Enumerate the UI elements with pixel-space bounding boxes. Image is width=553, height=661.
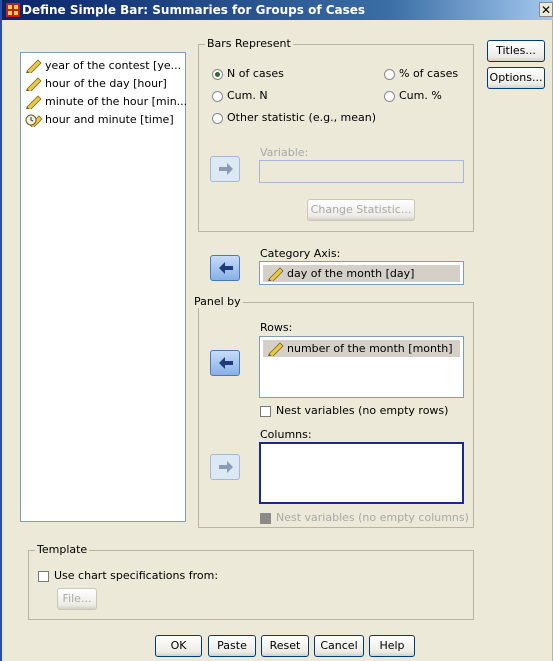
- radio-label: % of cases: [399, 67, 459, 80]
- checkbox-label: Nest variables (no empty rows): [276, 404, 449, 417]
- rows-value: number of the month [month]: [287, 342, 453, 355]
- help-button[interactable]: Help: [369, 635, 415, 657]
- rows-field[interactable]: number of the month [month]: [259, 336, 464, 398]
- columns-label: Columns:: [260, 428, 312, 441]
- category-axis-variable: day of the month [day]: [263, 265, 460, 283]
- dialog-title: Define Simple Bar: Summaries for Groups …: [22, 3, 366, 17]
- move-to-columns-button[interactable]: [210, 454, 240, 480]
- columns-field[interactable]: [259, 442, 464, 504]
- move-to-category-axis-button[interactable]: [210, 255, 240, 281]
- variable-field-label: Variable:: [260, 146, 309, 159]
- ok-button[interactable]: OK: [155, 635, 202, 657]
- nest-rows-checkbox[interactable]: Nest variables (no empty rows): [260, 404, 448, 418]
- file-button[interactable]: File...: [57, 588, 97, 610]
- arrow-icon: [219, 357, 233, 369]
- ruler-pencil-icon: [25, 59, 43, 75]
- move-to-variable-button[interactable]: [210, 156, 240, 182]
- list-item[interactable]: hour of the day [hour]: [25, 75, 167, 93]
- rows-label: Rows:: [260, 321, 293, 334]
- titles-button[interactable]: Titles...: [487, 40, 545, 62]
- use-chart-spec-checkbox[interactable]: Use chart specifications from:: [38, 569, 218, 583]
- panel-by-label: Panel by: [192, 295, 243, 308]
- radio-icon: [384, 90, 395, 102]
- radio-label: Other statistic (e.g., mean): [227, 111, 377, 124]
- radio-selected-icon: [212, 68, 223, 80]
- change-statistic-button[interactable]: Change Statistic...: [307, 199, 415, 221]
- radio-pct-of-cases[interactable]: % of cases: [384, 66, 458, 82]
- close-icon[interactable]: ✕: [539, 2, 553, 17]
- ruler-pencil-icon: [267, 267, 285, 283]
- arrow-icon: [219, 262, 233, 274]
- category-axis-field[interactable]: day of the month [day]: [259, 261, 464, 285]
- radio-icon: [384, 68, 395, 80]
- list-item[interactable]: year of the contest [ye...: [25, 57, 182, 75]
- move-to-rows-button[interactable]: [210, 350, 240, 376]
- clock-ruler-icon: [25, 113, 43, 129]
- list-item[interactable]: minute of the hour [min...: [25, 93, 188, 111]
- ruler-pencil-icon: [267, 342, 285, 358]
- paste-button[interactable]: Paste: [208, 635, 256, 657]
- checkbox-icon: [260, 405, 271, 417]
- arrow-icon: [219, 163, 233, 175]
- radio-label: N of cases: [227, 67, 284, 80]
- bars-represent-label: Bars Represent: [205, 37, 293, 50]
- ruler-pencil-icon: [25, 95, 43, 111]
- spss-app-icon: [6, 3, 20, 17]
- checkbox-label: Nest variables (no empty columns): [276, 511, 469, 524]
- variable-label: minute of the hour [min...: [45, 95, 188, 108]
- radio-icon: [212, 112, 223, 124]
- checkbox-icon: [38, 570, 49, 582]
- radio-other-statistic[interactable]: Other statistic (e.g., mean): [212, 110, 376, 126]
- reset-button[interactable]: Reset: [261, 635, 309, 657]
- checkbox-label: Use chart specifications from:: [54, 569, 219, 582]
- list-item[interactable]: hour and minute [time]: [25, 111, 174, 129]
- variable-field[interactable]: [259, 160, 464, 183]
- radio-label: Cum. %: [399, 89, 442, 102]
- category-axis-value: day of the month [day]: [287, 267, 415, 280]
- radio-n-of-cases[interactable]: N of cases: [212, 66, 284, 82]
- radio-cum-n[interactable]: Cum. N: [212, 88, 268, 104]
- arrow-icon: [219, 461, 233, 473]
- variable-label: year of the contest [ye...: [45, 59, 182, 72]
- ruler-pencil-icon: [25, 77, 43, 93]
- radio-icon: [212, 90, 223, 102]
- variable-list[interactable]: year of the contest [ye... hour of the d…: [20, 52, 188, 522]
- radio-cum-pct[interactable]: Cum. %: [384, 88, 442, 104]
- options-button[interactable]: Options...: [487, 67, 545, 89]
- cancel-button[interactable]: Cancel: [314, 635, 364, 657]
- nest-columns-checkbox[interactable]: Nest variables (no empty columns): [260, 511, 469, 525]
- rows-variable: number of the month [month]: [263, 340, 460, 358]
- dialog-window: Define Simple Bar: Summaries for Groups …: [0, 0, 553, 661]
- variable-label: hour and minute [time]: [45, 113, 174, 126]
- title-bar[interactable]: Define Simple Bar: Summaries for Groups …: [2, 0, 553, 20]
- category-axis-label: Category Axis:: [260, 247, 341, 260]
- template-label: Template: [35, 543, 90, 556]
- variable-label: hour of the day [hour]: [45, 77, 167, 90]
- checkbox-icon: [260, 512, 271, 524]
- radio-label: Cum. N: [227, 89, 268, 102]
